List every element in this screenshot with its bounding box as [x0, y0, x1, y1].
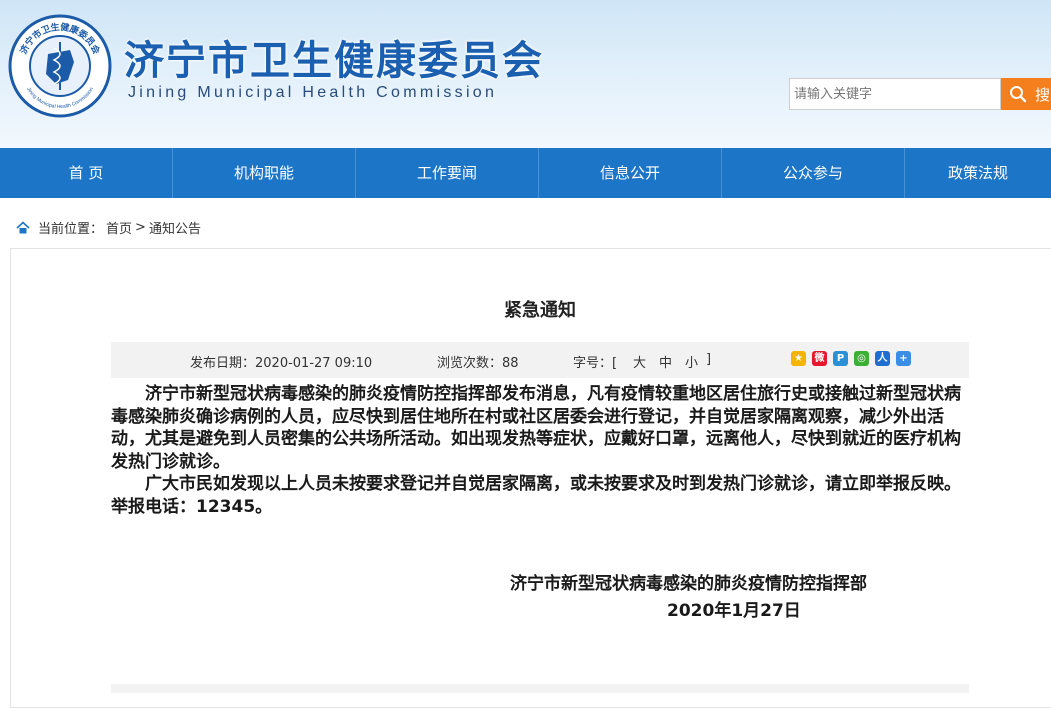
article-sign-date: 2020年1月27日: [667, 601, 801, 621]
font-size-close: ]: [706, 352, 712, 367]
search-button[interactable]: 搜: [1001, 78, 1051, 110]
site-header: 济宁市卫生健康委员会 Jining Municipal Health Commi…: [0, 0, 1051, 148]
article-paragraph: 济宁市新型冠状病毒感染的肺炎疫情防控指挥部发布消息，凡有疫情较重地区居住旅行史或…: [111, 384, 961, 472]
article-signature: 济宁市新型冠状病毒感染的肺炎疫情防控指挥部: [510, 574, 867, 594]
nav-info-disclosure[interactable]: 信息公开: [539, 148, 722, 198]
renren-icon[interactable]: 人: [875, 351, 890, 366]
article-paragraph: 广大市民如发现以上人员未按要求登记并自觉居家隔离，或未按要求及时到发热门诊就诊，…: [111, 474, 961, 517]
search-input[interactable]: [789, 78, 1001, 110]
share-toolbar: ★ 微 P ◎ 人 +: [791, 351, 917, 366]
breadcrumb: 当前位置： 首页 > 通知公告: [16, 218, 204, 237]
article-body: 济宁市新型冠状病毒感染的肺炎疫情防控指挥部发布消息，凡有疫情较重地区居住旅行史或…: [111, 383, 975, 518]
font-size-large[interactable]: 大: [633, 352, 646, 371]
nav-public-participation[interactable]: 公众参与: [722, 148, 905, 198]
view-count: 浏览次数：88: [437, 356, 519, 371]
emblem-logo: 济宁市卫生健康委员会 Jining Municipal Health Commi…: [8, 14, 112, 118]
article-bottom-bar: [111, 684, 969, 693]
nav-news[interactable]: 工作要闻: [356, 148, 539, 198]
font-size-small[interactable]: 小: [685, 352, 698, 371]
breadcrumb-prefix: 当前位置：: [38, 222, 104, 237]
nav-home[interactable]: 首 页: [0, 148, 173, 198]
site-subtitle: Jining Municipal Health Commission: [128, 84, 498, 101]
site-title: 济宁市卫生健康委员会: [124, 38, 544, 84]
qzone-icon[interactable]: ★: [791, 351, 806, 366]
search-icon: [1010, 86, 1027, 103]
search-button-label: 搜: [1035, 85, 1051, 104]
tencent-weibo-icon[interactable]: P: [833, 351, 848, 366]
nav-functions[interactable]: 机构职能: [173, 148, 356, 198]
font-size-label: 字号：[: [573, 356, 618, 371]
font-size-medium[interactable]: 中: [659, 352, 672, 371]
breadcrumb-home-link[interactable]: 首页: [106, 218, 132, 237]
breadcrumb-separator: >: [135, 220, 146, 235]
article-title: 紧急通知: [504, 300, 576, 321]
nav-policies[interactable]: 政策法规: [905, 148, 1051, 198]
more-share-icon[interactable]: +: [896, 351, 911, 366]
weibo-icon[interactable]: 微: [812, 351, 827, 366]
breadcrumb-current[interactable]: 通知公告: [149, 218, 201, 237]
home-icon: [16, 220, 30, 233]
main-nav: 首 页 机构职能 工作要闻 信息公开 公众参与 政策法规: [0, 148, 1051, 198]
publish-date: 发布日期：2020-01-27 09:10: [190, 356, 373, 371]
wechat-icon[interactable]: ◎: [854, 351, 869, 366]
